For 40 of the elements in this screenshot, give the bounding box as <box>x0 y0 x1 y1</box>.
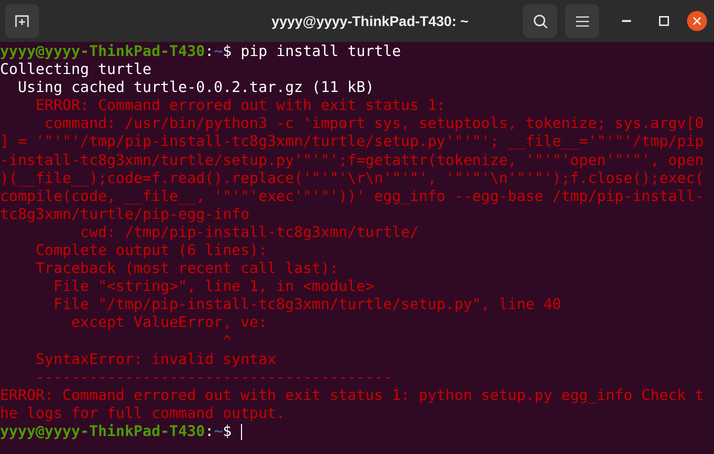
error-line: )(__file__);code=f.read().replace('"'"'\r\n'"'"', '"'"'\n'"'"');f.close();exec( <box>0 170 704 188</box>
error-line: -install-tc8g3xmn/turtle/setup.py'"'"';f=getattr(tokenize, '"'"'open'"'"', open <box>0 152 704 170</box>
prompt-user-host: yyyy@yyyy-ThinkPad-T430 <box>0 422 205 442</box>
close-button[interactable] <box>687 11 707 31</box>
new-tab-button[interactable] <box>5 4 39 38</box>
maximize-icon <box>659 16 669 26</box>
search-icon <box>532 14 548 28</box>
error-line: ERROR: Command errored out with exit status 1: <box>34 97 446 116</box>
error-line: File "<string>", line 1, in <module> <box>52 278 374 296</box>
error-line: compile(code, __file__, '"'"'exec'"'"'))' egg_info --egg-base /tmp/pip-install- <box>0 188 704 206</box>
window-title: yyyy@yyyy-ThinkPad-T430: ~ <box>270 12 470 31</box>
new-tab-icon <box>14 13 30 29</box>
error-line: Traceback (most recent call last): <box>34 260 339 278</box>
error-line: SyntaxError: invalid syntax <box>34 350 276 369</box>
menu-button[interactable] <box>565 4 599 38</box>
prompt-symbol: $ <box>222 422 232 442</box>
output-line: Using cached turtle-0.0.2.tar.gz (11 kB) <box>16 79 374 98</box>
command-text: pip install turtle <box>240 43 401 62</box>
close-icon <box>693 17 701 25</box>
menu-icon <box>576 16 588 26</box>
error-line: ERROR: Command errored out with exit status 1: python setup.py egg_info Check t <box>0 386 704 405</box>
search-button[interactable] <box>523 4 557 38</box>
prompt-path: ~ <box>214 422 223 442</box>
prompt-path: ~ <box>214 43 223 62</box>
error-line: ] = '"'"'/tmp/pip-install-tc8g3xmn/turtle/setup.py'"'"'; __file__='"'"'/tmp/pip <box>0 133 704 152</box>
error-line: he logs for full command output. <box>0 404 286 423</box>
error-line: ^ <box>222 332 232 351</box>
output-line: Collecting turtle <box>0 61 152 80</box>
error-line: except ValueError, ve: <box>70 314 268 332</box>
error-line: command: /usr/bin/python3 -c 'import sys, setuptools, tokenize; sys.argv[0 <box>44 115 704 134</box>
prompt-separator: : <box>204 43 214 62</box>
error-line: tc8g3xmn/turtle/pip-egg-info <box>0 206 250 224</box>
error-line: ---------------------------------------- <box>34 368 392 387</box>
error-line: File "/tmp/pip-install-tc8g3xmn/turtle/setup.py", line 40 <box>52 296 562 314</box>
prompt-symbol: $ <box>222 43 232 62</box>
error-line: cwd: /tmp/pip-install-tc8g3xmn/turtle/ <box>79 224 419 242</box>
error-line: Complete output (6 lines): <box>34 242 268 260</box>
prompt-user-host: yyyy@yyyy-ThinkPad-T430 <box>0 43 205 62</box>
minimize-icon <box>622 20 630 22</box>
prompt-separator: : <box>204 422 214 442</box>
